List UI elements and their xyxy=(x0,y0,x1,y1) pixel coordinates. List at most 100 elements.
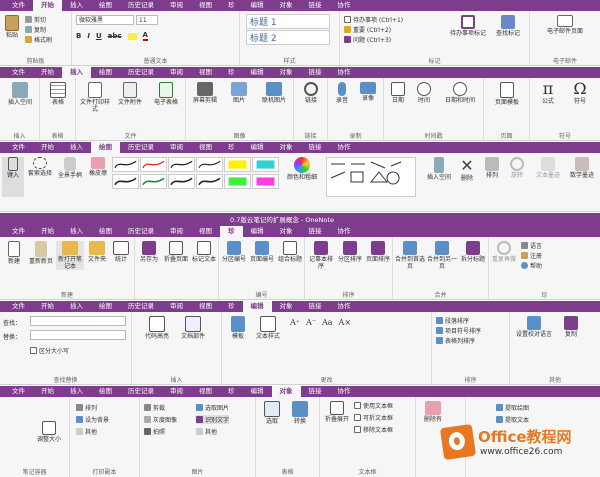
link-button[interactable]: 链接 xyxy=(298,82,324,104)
tab-zhen[interactable]: 珍 xyxy=(220,0,243,11)
bullet-sort-button[interactable]: 项目符号排序 xyxy=(436,326,481,335)
fold-expand-button[interactable]: 折叠展开 xyxy=(322,401,352,423)
match-case-checkbox[interactable]: 区分大小写 xyxy=(30,346,69,355)
tab-file[interactable]: 文件 xyxy=(4,226,33,237)
tab-insert[interactable]: 插入 xyxy=(62,386,91,397)
folder-button[interactable]: 文件夹 xyxy=(86,241,108,263)
pen-green[interactable] xyxy=(140,174,167,189)
equation-button[interactable]: π 公式 xyxy=(534,80,562,106)
lasso-select-button[interactable]: 套索选择 xyxy=(26,157,54,177)
template-button[interactable]: 模板 xyxy=(226,316,250,340)
page-numbering-button[interactable]: 页面编号 xyxy=(249,241,275,263)
tab-insert[interactable]: 插入 xyxy=(62,67,91,78)
save-as-button[interactable]: 另存为 xyxy=(137,241,161,263)
collapse-pages-button[interactable]: 折叠页面 xyxy=(163,241,189,263)
tab-draw[interactable]: 绘图 xyxy=(91,142,120,153)
tab-review[interactable]: 审阅 xyxy=(162,0,191,11)
tab-collab[interactable]: 协作 xyxy=(330,226,359,237)
tab-edit[interactable]: 编辑 xyxy=(243,0,272,11)
bold-button[interactable]: B xyxy=(76,32,81,40)
grayscale-button[interactable]: 灰度图像 xyxy=(144,415,177,424)
tag-todo[interactable]: 待办事项 (Ctrl+1) xyxy=(344,15,403,24)
pen-magenta-hl[interactable] xyxy=(252,174,279,189)
italic-button[interactable]: I xyxy=(87,32,90,40)
tab-insert[interactable]: 插入 xyxy=(62,142,91,153)
language-button[interactable]: 语言 xyxy=(521,241,542,250)
tab-draw[interactable]: 绘图 xyxy=(91,301,120,312)
open-notebook-button[interactable]: 新打开笔记本 xyxy=(56,241,84,270)
section-numbering-button[interactable]: 分区编号 xyxy=(221,241,247,263)
help-button[interactable]: 帮助 xyxy=(521,261,542,270)
spreadsheet-button[interactable]: 电子表格 xyxy=(148,82,184,106)
tab-object[interactable]: 对象 xyxy=(272,301,301,312)
cut-button[interactable]: 剪切 xyxy=(25,15,46,24)
pen-black-6[interactable] xyxy=(196,174,223,189)
online-picture-button[interactable]: 联机图片 xyxy=(256,82,292,104)
replace-input[interactable] xyxy=(30,330,126,340)
tab-view[interactable]: 视图 xyxy=(191,226,220,237)
tab-review[interactable]: 审阅 xyxy=(162,142,191,153)
select-button[interactable]: 选取 xyxy=(260,401,284,425)
pen-yellow[interactable] xyxy=(224,157,251,172)
tab-review[interactable]: 审阅 xyxy=(162,301,191,312)
time-button[interactable]: 时间 xyxy=(412,82,436,104)
tab-edit[interactable]: 编辑 xyxy=(243,67,272,78)
document-parts-button[interactable]: 文档部件 xyxy=(178,316,208,340)
find-tags-button[interactable]: 查找标记 xyxy=(490,15,526,37)
register-button[interactable]: 注册 xyxy=(521,251,542,260)
ink-to-math-button[interactable]: 数学墨迹 xyxy=(566,157,598,179)
crop-button[interactable]: 剪裁 xyxy=(144,403,165,412)
statistics-button[interactable]: 统计 xyxy=(110,241,132,263)
paste-button[interactable]: 粘贴 xyxy=(3,15,21,39)
tab-zhen[interactable]: 珍 xyxy=(220,301,243,312)
tab-collab[interactable]: 协作 xyxy=(330,142,359,153)
section-sort-button[interactable]: 分区排序 xyxy=(337,241,363,263)
tab-file[interactable]: 文件 xyxy=(4,386,33,397)
pen-teal[interactable] xyxy=(252,157,279,172)
tab-review[interactable]: 审阅 xyxy=(162,386,191,397)
picture-other-button[interactable]: 其他 xyxy=(196,427,217,436)
set-background-button[interactable]: 设为背景 xyxy=(76,415,109,424)
panning-hand-button[interactable]: 全景手柄 xyxy=(56,157,84,179)
find-input[interactable] xyxy=(30,316,126,326)
tab-file[interactable]: 文件 xyxy=(4,142,33,153)
clear-format-icon[interactable]: A× xyxy=(339,318,351,327)
page-sort-button[interactable]: 页面排序 xyxy=(365,241,391,263)
tab-draw[interactable]: 绘图 xyxy=(91,67,120,78)
tab-view[interactable]: 视图 xyxy=(191,301,220,312)
copy-button[interactable]: 复制 xyxy=(25,25,46,34)
tab-object[interactable]: 对象 xyxy=(271,386,301,397)
tab-link[interactable]: 链接 xyxy=(301,301,330,312)
code-highlight-button[interactable]: 代码高亮 xyxy=(142,316,172,340)
tab-draw[interactable]: 绘图 xyxy=(91,0,120,11)
tab-home[interactable]: 开始 xyxy=(33,226,62,237)
arrange-button[interactable]: 排列 xyxy=(480,157,504,179)
printout-other-button[interactable]: 其他 xyxy=(76,427,97,436)
tab-insert[interactable]: 插入 xyxy=(62,0,91,11)
pen-black-2[interactable] xyxy=(168,157,195,172)
notebook-sort-button[interactable]: 记事本排序 xyxy=(307,241,335,270)
format-painter-button[interactable]: 格式刷 xyxy=(25,35,52,44)
tab-home[interactable]: 开始 xyxy=(33,67,62,78)
tab-file[interactable]: 文件 xyxy=(4,0,33,11)
tab-draw[interactable]: 绘图 xyxy=(91,386,120,397)
text-size-tools[interactable]: A⁺ A⁻ Aa A× xyxy=(290,318,351,327)
convert-button[interactable]: 转换 xyxy=(288,401,312,425)
picture-button[interactable]: 图片 xyxy=(224,82,254,104)
text-style-button[interactable]: 文本样式 xyxy=(254,316,282,340)
font-case-icon[interactable]: Aa xyxy=(322,318,333,327)
email-page-button[interactable]: 电子邮件页面 xyxy=(544,15,586,35)
tab-link[interactable]: 链接 xyxy=(301,67,330,78)
proofing-language-button[interactable]: 设置校对语言 xyxy=(514,316,554,338)
tab-review[interactable]: 审阅 xyxy=(162,67,191,78)
screen-clip-button[interactable]: 屏幕剪辑 xyxy=(188,82,222,104)
underline-button[interactable]: U xyxy=(96,32,102,40)
tab-history[interactable]: 历史记录 xyxy=(120,226,162,237)
remove-textbox-button[interactable]: 移除文本框 xyxy=(354,425,393,434)
new-button[interactable]: 新建 xyxy=(2,241,26,265)
tab-edit[interactable]: 编辑 xyxy=(243,386,272,397)
tab-home[interactable]: 开始 xyxy=(33,0,62,11)
tab-home[interactable]: 开始 xyxy=(33,301,62,312)
select-picture-button[interactable]: 选取图片 xyxy=(196,403,229,412)
delete-button[interactable]: ✕ 删除 xyxy=(456,157,478,183)
